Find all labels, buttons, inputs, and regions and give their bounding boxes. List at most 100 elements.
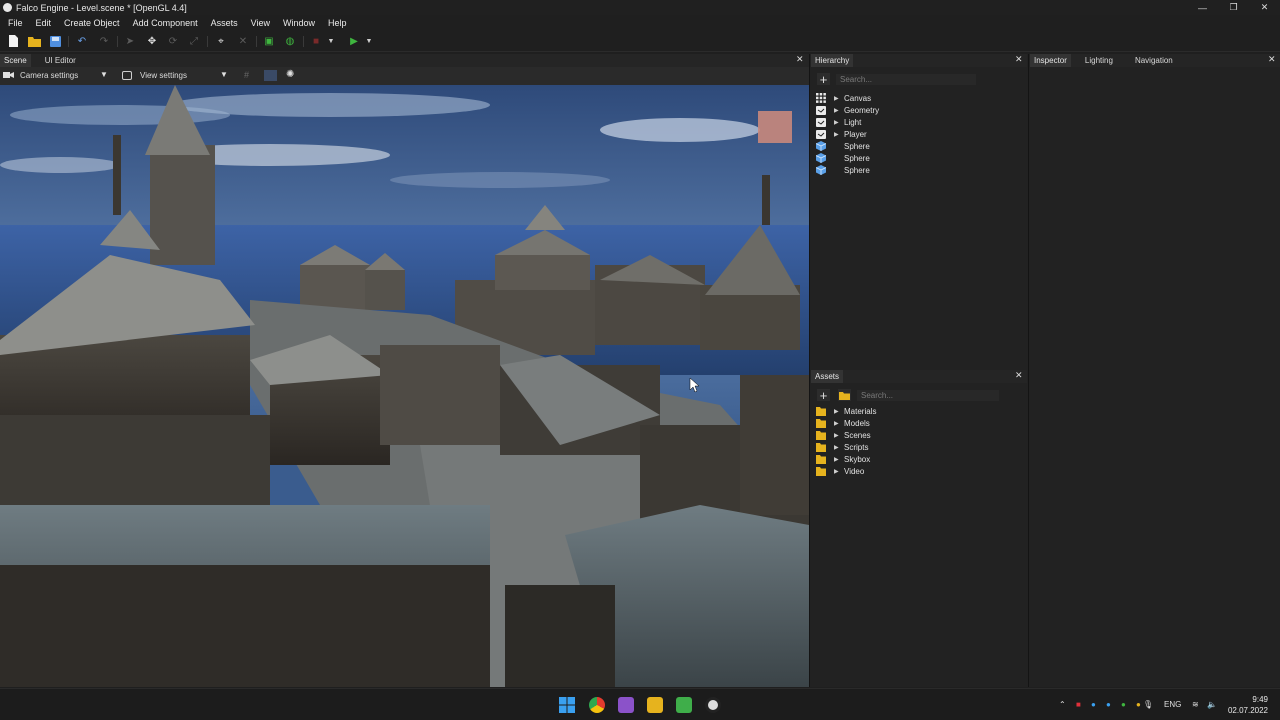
rotate-tool-icon[interactable]: ⟳	[166, 34, 180, 48]
undo-icon[interactable]: ↶	[75, 34, 89, 48]
pivot-icon[interactable]: ✕	[236, 34, 250, 48]
app-logo-icon	[3, 3, 12, 12]
minimize-button[interactable]: —	[1187, 0, 1218, 15]
menu-view[interactable]: View	[251, 18, 270, 28]
camera-settings-label[interactable]: Camera settings	[20, 71, 78, 80]
tab-hierarchy[interactable]: Hierarchy	[811, 54, 854, 67]
falco-engine-taskbar-icon[interactable]	[705, 697, 721, 713]
cube-icon	[816, 165, 826, 175]
new-file-icon[interactable]	[6, 34, 20, 48]
expand-arrow-icon[interactable]: ▶	[834, 95, 844, 102]
tab-inspector[interactable]: Inspector	[1030, 54, 1071, 67]
asset-folder-materials[interactable]: ▶ Materials	[816, 405, 876, 417]
asset-folder-label: Models	[844, 418, 870, 428]
open-folder-icon[interactable]	[27, 34, 41, 48]
close-assets-icon[interactable]: ✕	[1015, 370, 1023, 381]
menu-help[interactable]: Help	[328, 18, 347, 28]
expand-arrow-icon[interactable]: ▶	[834, 420, 844, 427]
tab-assets[interactable]: Assets	[811, 370, 844, 383]
tray-app-icon[interactable]: ●	[1106, 700, 1111, 709]
expand-arrow-icon[interactable]: ▶	[834, 131, 844, 138]
cube-icon	[816, 141, 826, 151]
add-asset-button[interactable]: +	[817, 388, 830, 403]
tray-telegram-icon[interactable]: ●	[1091, 700, 1096, 709]
snap-icon[interactable]: ⌖	[214, 34, 228, 48]
menu-file[interactable]: File	[8, 18, 23, 28]
save-icon[interactable]	[48, 34, 62, 48]
assets-search-input[interactable]: Search...	[857, 390, 999, 401]
play-dropdown-icon[interactable]: ▼	[362, 34, 376, 48]
select-tool-icon[interactable]: ➤	[123, 34, 137, 48]
asset-folder-video[interactable]: ▶ Video	[816, 465, 864, 477]
scene-viewport[interactable]	[0, 85, 809, 687]
hierarchy-item-player[interactable]: ▶ Player	[816, 128, 867, 140]
expand-arrow-icon[interactable]: ▶	[834, 468, 844, 475]
wifi-icon[interactable]: ≋	[1192, 700, 1199, 709]
global-space-icon[interactable]: ◍	[283, 34, 297, 48]
hierarchy-item-label: Geometry	[844, 105, 880, 115]
new-folder-button[interactable]	[838, 389, 851, 401]
hierarchy-item-canvas[interactable]: ▶ Canvas	[816, 92, 871, 104]
title-bar: Falco Engine - Level.scene * [OpenGL 4.4…	[0, 0, 1280, 15]
windows-taskbar: ⌃ ■ ● ● ● ● 🎙 ENG ≋ 🔈 9:49 02.07.2022	[0, 688, 1280, 720]
asset-folder-skybox[interactable]: ▶ Skybox	[816, 453, 870, 465]
close-hierarchy-icon[interactable]: ✕	[1015, 54, 1023, 65]
scale-tool-icon[interactable]: ⤢	[187, 34, 201, 48]
taskbar-clock[interactable]: 9:49 02.07.2022	[1228, 694, 1268, 716]
menu-create-object[interactable]: Create Object	[64, 18, 120, 28]
grid-toggle-icon[interactable]: #	[244, 70, 249, 80]
tray-security-icon[interactable]: ●	[1121, 700, 1126, 709]
menu-window[interactable]: Window	[283, 18, 315, 28]
close-window-button[interactable]: ✕	[1249, 0, 1280, 15]
tray-record-icon[interactable]: ■	[1076, 700, 1081, 709]
visual-studio-icon[interactable]	[618, 697, 634, 713]
expand-arrow-icon[interactable]: ▶	[834, 432, 844, 439]
close-scene-panel-icon[interactable]: ✕	[796, 54, 804, 65]
move-tool-icon[interactable]: ✥	[145, 34, 159, 48]
hierarchy-item-label: Sphere	[844, 153, 870, 163]
redo-icon[interactable]: ↷	[97, 34, 111, 48]
menu-edit[interactable]: Edit	[36, 18, 52, 28]
tray-overflow-icon[interactable]: ⌃	[1059, 700, 1066, 709]
view-settings-label[interactable]: View settings	[140, 71, 187, 80]
record-icon[interactable]: ■	[309, 34, 323, 48]
tab-navigation[interactable]: Navigation	[1131, 54, 1177, 67]
language-indicator[interactable]: ENG	[1164, 700, 1181, 709]
view-settings-dropdown-icon[interactable]: ▼	[220, 70, 228, 79]
menu-assets[interactable]: Assets	[211, 18, 238, 28]
notepad-icon[interactable]	[676, 697, 692, 713]
hierarchy-item-light[interactable]: ▶ Light	[816, 116, 861, 128]
hierarchy-item-geometry[interactable]: ▶ Geometry	[816, 104, 879, 116]
expand-arrow-icon[interactable]: ▶	[834, 444, 844, 451]
asset-folder-scripts[interactable]: ▶ Scripts	[816, 441, 868, 453]
maximize-button[interactable]: ❐	[1218, 0, 1249, 15]
expand-arrow-icon[interactable]: ▶	[834, 408, 844, 415]
lighting-toggle-icon[interactable]: ✺	[286, 69, 294, 80]
asset-folder-scenes[interactable]: ▶ Scenes	[816, 429, 871, 441]
hierarchy-search-input[interactable]: Search...	[836, 74, 976, 85]
menu-add-component[interactable]: Add Component	[133, 18, 198, 28]
play-icon[interactable]: ▶	[347, 34, 361, 48]
tab-ui-editor[interactable]: UI Editor	[41, 54, 80, 67]
start-menu-icon[interactable]	[559, 697, 575, 713]
chrome-icon[interactable]	[589, 697, 605, 713]
tab-lighting[interactable]: Lighting	[1081, 54, 1117, 67]
add-object-button[interactable]: +	[817, 72, 830, 87]
close-inspector-icon[interactable]: ✕	[1268, 54, 1276, 65]
expand-arrow-icon[interactable]: ▶	[834, 456, 844, 463]
tab-scene[interactable]: Scene	[0, 54, 31, 67]
microphone-icon[interactable]: 🎙	[1143, 700, 1153, 709]
shading-toggle-icon[interactable]	[264, 70, 277, 81]
local-space-icon[interactable]: ▣	[262, 34, 276, 48]
volume-icon[interactable]: 🔈	[1207, 700, 1217, 709]
hierarchy-item-sphere[interactable]: Sphere	[816, 164, 870, 176]
tray-utility-icon[interactable]: ●	[1136, 700, 1141, 709]
hierarchy-item-sphere[interactable]: Sphere	[816, 152, 870, 164]
file-explorer-icon[interactable]	[647, 697, 663, 713]
expand-arrow-icon[interactable]: ▶	[834, 119, 844, 126]
expand-arrow-icon[interactable]: ▶	[834, 107, 844, 114]
asset-folder-models[interactable]: ▶ Models	[816, 417, 870, 429]
record-dropdown-icon[interactable]: ▼	[324, 34, 338, 48]
hierarchy-item-sphere[interactable]: Sphere	[816, 140, 870, 152]
camera-settings-dropdown-icon[interactable]: ▼	[100, 70, 108, 79]
